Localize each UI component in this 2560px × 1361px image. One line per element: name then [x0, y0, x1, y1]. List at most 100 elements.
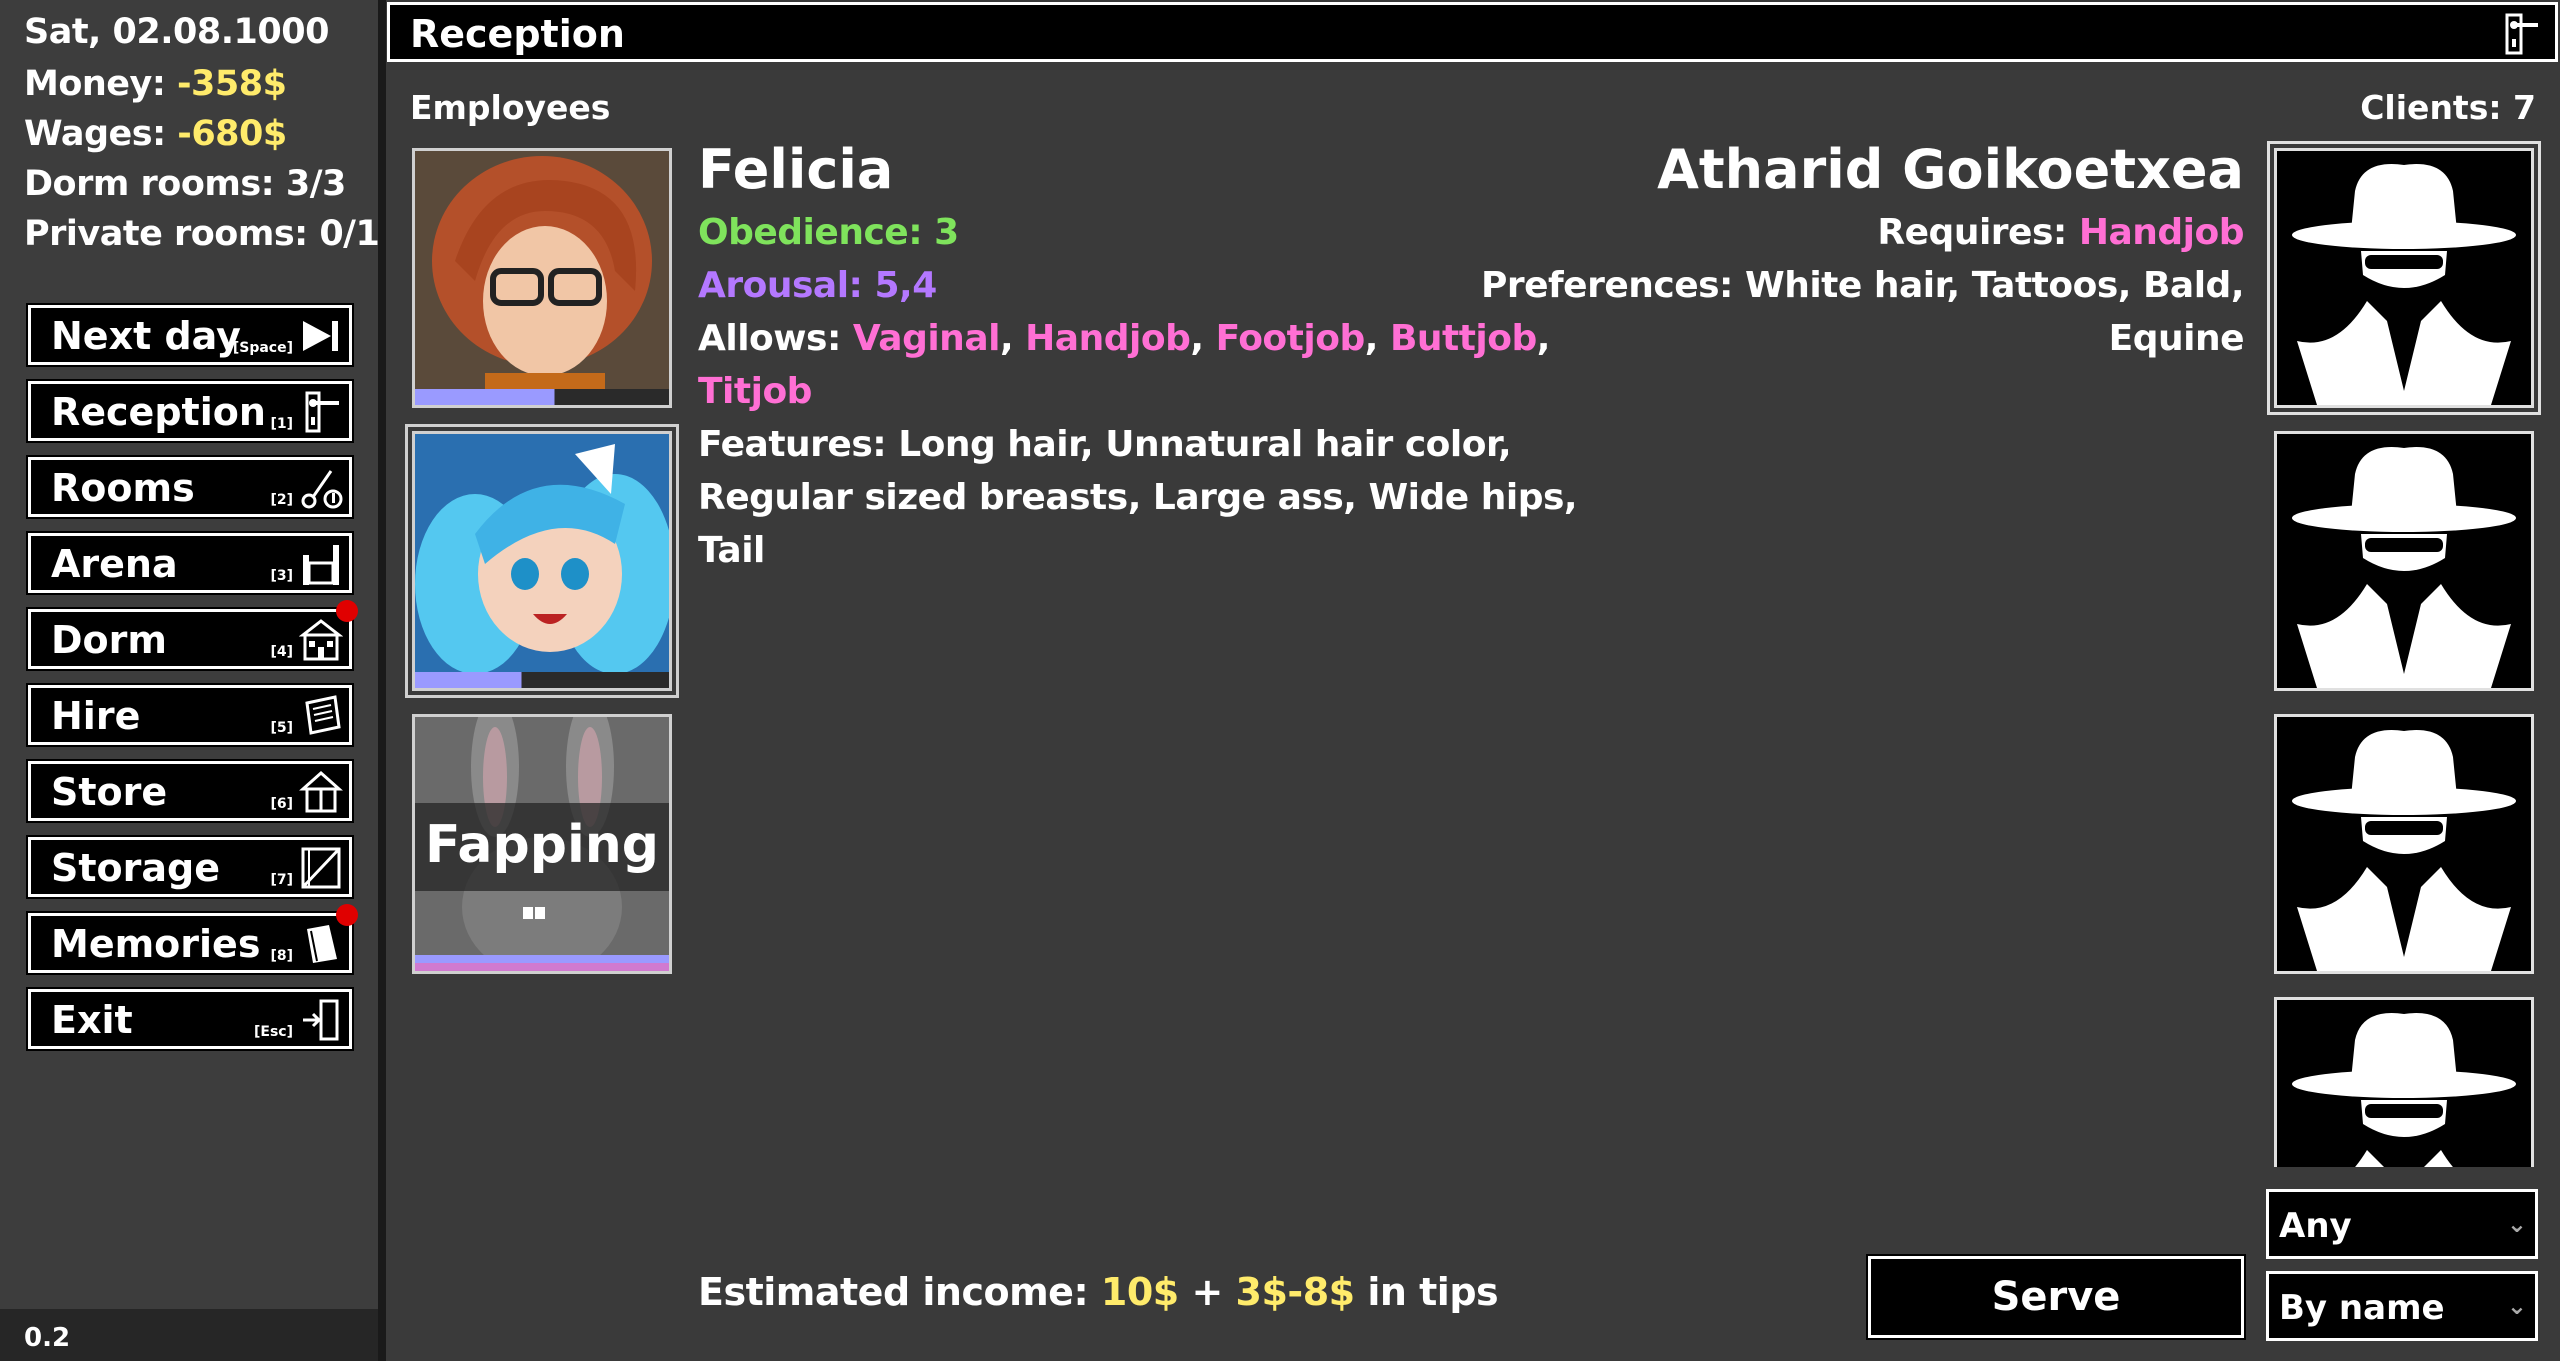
store-button[interactable]: Store [6]: [26, 759, 354, 823]
nav-hotkey: [6]: [270, 796, 293, 812]
features-line-3: Tail: [698, 530, 765, 571]
page-title: Reception: [410, 12, 625, 56]
client-requires: Requires: Handjob: [1877, 212, 2244, 253]
employee-status-bar: [415, 389, 669, 405]
sidebar-divider: [378, 0, 386, 1361]
nav-label: Arena: [51, 542, 178, 586]
employee-status-overlay: Fapping: [424, 815, 660, 875]
clients-count: Clients: 7: [2360, 88, 2536, 127]
client-filter-select[interactable]: Any ⌄: [2266, 1189, 2538, 1259]
nav-label: Memories: [51, 922, 261, 966]
dorm-notification-dot: [336, 600, 358, 622]
spy-silhouette-icon: [2292, 447, 2516, 688]
book-icon: [307, 925, 337, 963]
sidebar: Sat, 02.08.1000 Money: -358$ Wages: -680…: [0, 0, 380, 1361]
income-base: 10$: [1100, 1270, 1179, 1314]
memories-notification-dot: [336, 904, 358, 926]
client-preferences-line-1: Preferences: White hair, Tattoos, Bald,: [1480, 265, 2245, 306]
serve-button[interactable]: Serve: [1866, 1254, 2246, 1340]
date-text: Sat, 02.08.1000: [24, 12, 329, 52]
spy-silhouette-icon: [2292, 730, 2516, 971]
client-card[interactable]: [2274, 431, 2534, 691]
filter-value: Any: [2279, 1206, 2352, 1246]
dorm-rooms-stat: Dorm rooms: 3/3: [24, 164, 346, 204]
nav-hotkey: [1]: [270, 416, 293, 432]
requires-value: Handjob: [2078, 212, 2245, 253]
nav-hotkey: [8]: [270, 948, 293, 964]
employee-card-felicia[interactable]: [412, 148, 672, 408]
key-icon: [301, 470, 343, 509]
arena-button[interactable]: Arena [3]: [26, 531, 354, 595]
dorm-button[interactable]: Dorm [4]: [26, 607, 354, 671]
nav-label: Dorm: [51, 618, 167, 662]
reception-button[interactable]: Reception [1]: [26, 379, 354, 443]
money-stat: Money: -358$: [24, 64, 287, 104]
version-bar: 0.2: [0, 1309, 378, 1361]
income-tips-min: 3$: [1235, 1270, 1288, 1314]
arousal-stat: Arousal: 5,4: [698, 265, 937, 306]
nav-label: Exit: [51, 998, 133, 1042]
memories-button[interactable]: Memories [8]: [26, 911, 354, 975]
income-dash: -: [1287, 1270, 1303, 1314]
house-icon: [299, 619, 343, 661]
client-sort-select[interactable]: By name ⌄: [2266, 1271, 2538, 1341]
storage-button[interactable]: Storage [7]: [26, 835, 354, 899]
private-rooms-stat: Private rooms: 0/1: [24, 214, 380, 254]
hire-button[interactable]: Hire [5]: [26, 683, 354, 747]
allow-vaginal: Vaginal: [852, 318, 1001, 359]
employee-card-fapping[interactable]: Fapping: [412, 714, 672, 974]
money-label: Money:: [24, 64, 178, 104]
version-text: 0.2: [24, 1323, 71, 1353]
employee-portrait-image: [415, 434, 669, 688]
contract-icon: [305, 695, 341, 735]
employee-name: Felicia: [698, 138, 894, 201]
wages-label: Wages:: [24, 114, 178, 154]
wages-stat: Wages: -680$: [24, 114, 287, 154]
employee-status-bar: [415, 672, 669, 688]
features-line-2: Regular sized breasts, Large ass, Wide h…: [698, 477, 1578, 518]
client-card[interactable]: [2274, 714, 2534, 974]
nav-hotkey: [5]: [270, 720, 293, 736]
employee-portrait-image: [415, 151, 669, 405]
next-day-button[interactable]: Next day [Space]: [26, 303, 354, 367]
income-suffix: in tips: [1354, 1270, 1499, 1314]
nav-hotkey: [7]: [270, 872, 293, 888]
features-line-1: Features: Long hair, Unnatural hair colo…: [698, 424, 1512, 465]
obedience-stat: Obedience: 3: [698, 212, 959, 253]
chevron-down-icon: ⌄: [2506, 1210, 2527, 1238]
wages-value: -680$: [177, 114, 287, 154]
client-card[interactable]: [2274, 997, 2534, 1167]
requires-label: Requires:: [1877, 212, 2079, 253]
allow-titjob: Titjob: [698, 371, 812, 412]
exit-door-icon: [303, 999, 339, 1041]
arena-icon: [303, 545, 339, 585]
nav-label: Reception: [51, 390, 266, 434]
allows-line: Allows: Vaginal, Handjob, Footjob, Buttj…: [698, 318, 1550, 359]
exit-button[interactable]: Exit [Esc]: [26, 987, 354, 1051]
nav-label: Rooms: [51, 466, 195, 510]
income-tips-max: 8$: [1302, 1270, 1355, 1314]
chevron-down-icon: ⌄: [2506, 1292, 2527, 1320]
employee-card-selected[interactable]: [405, 424, 679, 698]
spy-silhouette-icon: [2292, 1013, 2516, 1167]
nav-hotkey: [3]: [270, 568, 293, 584]
allow-footjob: Footjob: [1215, 318, 1366, 359]
nav-label: Store: [51, 770, 168, 814]
rooms-button[interactable]: Rooms [2]: [26, 455, 354, 519]
income-label: Estimated income:: [698, 1270, 1101, 1314]
allows-label: Allows:: [698, 318, 853, 359]
employee-status-bar: [415, 955, 669, 971]
crate-icon: [301, 847, 341, 889]
nav-label: Hire: [51, 694, 141, 738]
employees-label: Employees: [410, 88, 611, 127]
nav-hotkey: [Esc]: [254, 1024, 293, 1040]
nav-hotkey: [4]: [270, 644, 293, 660]
money-value: -358$: [177, 64, 287, 104]
client-card[interactable]: [2267, 141, 2541, 415]
estimated-income: Estimated income: 10$ + 3$-8$ in tips: [698, 1270, 1499, 1314]
nav-label: Storage: [51, 846, 220, 890]
spy-silhouette-icon: [2292, 164, 2516, 405]
nav-label: Next day: [51, 314, 241, 358]
nav-hotkey: [Space]: [232, 340, 293, 356]
client-preferences-line-2: Equine: [2108, 318, 2245, 359]
